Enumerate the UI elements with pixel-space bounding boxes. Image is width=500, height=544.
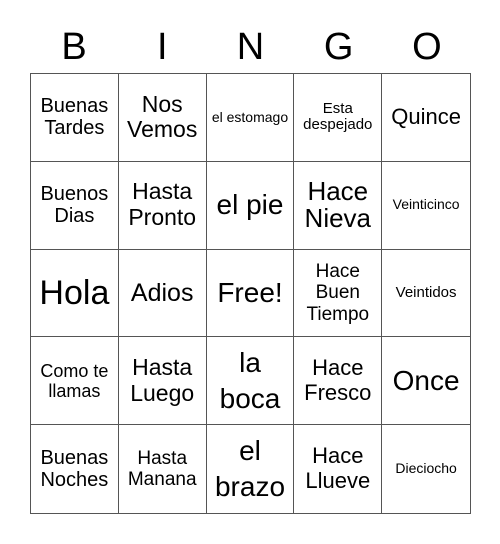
bingo-cell[interactable]: Quince: [382, 74, 470, 162]
header-letter-o: O: [412, 26, 442, 68]
bingo-cell[interactable]: Hasta Luego: [118, 337, 207, 426]
bingo-cell[interactable]: el pie: [206, 161, 295, 250]
bingo-cell[interactable]: Buenas Noches: [31, 425, 119, 513]
bingo-cell[interactable]: Hasta Manana: [119, 425, 207, 513]
bingo-cell[interactable]: Hace Fresco: [294, 337, 383, 426]
bingo-cell[interactable]: Hola: [31, 249, 119, 338]
bingo-card-grid: Buenas Tardes Nos Vemos el estomago Esta…: [30, 73, 471, 514]
bingo-cell[interactable]: Veintidos: [382, 250, 470, 338]
bingo-cell[interactable]: Buenos Dias: [31, 161, 119, 250]
bingo-cell[interactable]: la boca: [206, 337, 295, 426]
bingo-cell[interactable]: Hasta Pronto: [118, 161, 207, 250]
bingo-cell[interactable]: Dieciocho: [382, 425, 470, 513]
bingo-header: B I N G O: [30, 22, 471, 72]
bingo-cell[interactable]: Veinticinco: [382, 162, 470, 250]
bingo-cell[interactable]: Once: [382, 337, 470, 426]
bingo-cell[interactable]: Hace Buen Tiempo: [294, 249, 383, 338]
bingo-cell[interactable]: Hace Llueve: [294, 425, 383, 513]
bingo-cell[interactable]: Adios: [118, 249, 207, 338]
free-space-cell[interactable]: Free!: [206, 249, 295, 338]
header-letter-i: I: [157, 26, 168, 68]
header-letter-g: G: [323, 26, 354, 68]
bingo-cell[interactable]: el estomago: [206, 74, 295, 162]
bingo-cell[interactable]: Hace Nieva: [294, 161, 383, 250]
bingo-cell[interactable]: el brazo: [207, 425, 295, 513]
bingo-cell[interactable]: Esta despejado: [294, 74, 383, 162]
bingo-cell[interactable]: Buenas Tardes: [31, 74, 119, 162]
header-letter-n: N: [236, 26, 265, 68]
bingo-cell[interactable]: Como te llamas: [31, 337, 119, 426]
bingo-cell[interactable]: Nos Vemos: [118, 74, 207, 162]
header-letter-b: B: [61, 26, 87, 68]
